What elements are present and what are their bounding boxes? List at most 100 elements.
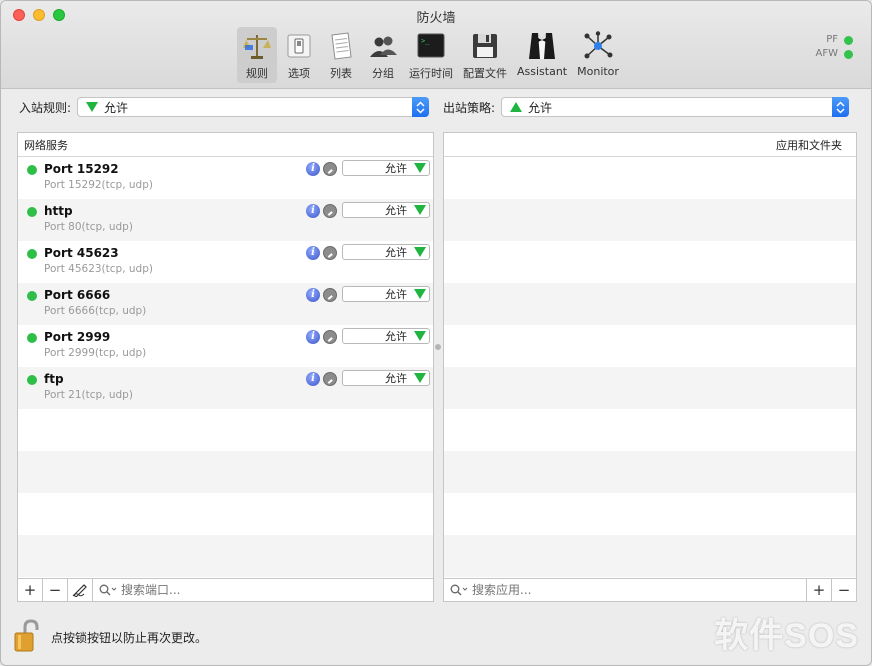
service-active-dot	[27, 165, 37, 175]
gauge-icon[interactable]	[323, 246, 337, 260]
tuxedo-icon	[526, 30, 558, 62]
gauge-icon[interactable]	[323, 330, 337, 344]
split-view-divider[interactable]	[435, 344, 441, 350]
service-action-select[interactable]: 允许	[342, 328, 430, 344]
toolbar-rules[interactable]: 规则	[237, 27, 277, 83]
toolbar-runtime[interactable]: >_ 运行时间	[405, 27, 457, 83]
outbound-policy-stepper[interactable]	[832, 97, 850, 117]
allow-arrow-icon	[414, 247, 426, 257]
switch-icon	[283, 30, 315, 62]
service-action-select[interactable]: 允许	[342, 244, 430, 260]
lock-hint-text: 点按锁按钮以防止再次更改。	[51, 631, 208, 645]
pf-status-dot	[844, 35, 853, 45]
service-detail: Port 21(tcp, udp)	[44, 389, 133, 401]
service-active-dot	[27, 333, 37, 343]
service-search-input[interactable]	[121, 583, 321, 597]
lock-area: 点按锁按钮以防止再次更改。	[11, 619, 207, 656]
remove-app-button[interactable]: −	[831, 579, 856, 601]
outbound-policy: 出站策略: 允许	[443, 97, 850, 117]
inbound-policy-value: 允许	[104, 100, 129, 115]
toolbar-monitor-label: Monitor	[577, 65, 619, 78]
info-icon[interactable]: i	[306, 162, 320, 176]
service-search[interactable]	[93, 579, 433, 601]
apps-list[interactable]	[444, 157, 856, 579]
minus-icon: −	[48, 581, 62, 599]
toolbar-list-label: 列表	[330, 67, 352, 80]
toolbar-groups[interactable]: 分组	[363, 27, 403, 83]
service-action-value: 允许	[385, 162, 407, 175]
edit-service-button[interactable]	[68, 579, 93, 601]
service-active-dot	[27, 207, 37, 217]
info-icon[interactable]: i	[306, 372, 320, 386]
list-item[interactable]: http Port 80(tcp, udp) i 允许	[18, 199, 433, 241]
toolbar-profiles-label: 配置文件	[463, 67, 507, 80]
minus-icon: −	[837, 581, 851, 599]
service-detail: Port 15292(tcp, udp)	[44, 179, 153, 191]
inbound-policy-select[interactable]: 允许	[77, 97, 430, 117]
network-services-header[interactable]: 网络服务	[18, 133, 433, 157]
info-icon[interactable]: i	[306, 204, 320, 218]
list-item[interactable]: Port 2999 Port 2999(tcp, udp) i 允许	[18, 325, 433, 367]
service-detail: Port 6666(tcp, udp)	[44, 305, 147, 317]
search-icon	[450, 584, 468, 596]
outbound-policy-value: 允许	[528, 100, 553, 115]
inbound-policy-stepper[interactable]	[412, 97, 430, 117]
info-icon[interactable]: i	[306, 288, 320, 302]
services-list[interactable]: Port 15292 Port 15292(tcp, udp) i 允许 htt…	[18, 157, 433, 579]
info-icon[interactable]: i	[306, 330, 320, 344]
app-search[interactable]	[444, 579, 806, 601]
app-search-input[interactable]	[472, 583, 672, 597]
service-detail: Port 45623(tcp, udp)	[44, 263, 153, 275]
toolbar-profiles[interactable]: 配置文件	[459, 27, 511, 83]
add-app-button[interactable]: +	[806, 579, 831, 601]
service-action-value: 允许	[385, 288, 407, 301]
services-bottom-bar: + −	[18, 578, 433, 601]
gauge-icon[interactable]	[323, 372, 337, 386]
toolbar-assistant[interactable]: Assistant	[513, 27, 571, 83]
gauge-icon[interactable]	[323, 204, 337, 218]
toolbar-rules-label: 规则	[246, 67, 268, 80]
pf-status-label: PF	[826, 34, 838, 45]
service-action-select[interactable]: 允许	[342, 202, 430, 218]
pen-signature-icon	[72, 584, 87, 597]
list-item[interactable]: Port 45623 Port 45623(tcp, udp) i 允许	[18, 241, 433, 283]
firewall-window: 防火墙 规则 选项 列表 分组 >_ 运行时间 配置文件 Assistant M…	[0, 0, 872, 666]
list-item[interactable]: Port 6666 Port 6666(tcp, udp) i 允许	[18, 283, 433, 325]
toolbar-assistant-label: Assistant	[517, 65, 568, 78]
afw-status-dot	[844, 49, 853, 59]
toolbar-monitor[interactable]: Monitor	[573, 27, 623, 83]
allow-arrow-icon	[86, 102, 99, 112]
toolbar-list[interactable]: 列表	[321, 27, 361, 83]
toolbar: 规则 选项 列表 分组 >_ 运行时间 配置文件 Assistant Monit…	[237, 27, 625, 83]
toolbar-options[interactable]: 选项	[279, 27, 319, 83]
allow-arrow-icon	[414, 289, 426, 299]
service-action-value: 允许	[385, 330, 407, 343]
apps-folders-panel: 应用和文件夹 + −	[443, 132, 857, 602]
service-action-select[interactable]: 允许	[342, 370, 430, 386]
allow-arrow-icon	[414, 163, 426, 173]
group-users-icon	[367, 30, 399, 62]
service-name: Port 2999	[44, 330, 111, 344]
title-bar: 防火墙 规则 选项 列表 分组 >_ 运行时间 配置文件 Assistant M…	[1, 1, 871, 89]
toolbar-groups-label: 分组	[372, 67, 394, 80]
lock-button[interactable]	[11, 619, 43, 656]
window-title: 防火墙	[416, 11, 456, 26]
outbound-policy-label: 出站策略:	[443, 100, 496, 115]
service-action-select[interactable]: 允许	[342, 160, 430, 176]
list-item[interactable]: ftp Port 21(tcp, udp) i 允许	[18, 367, 433, 409]
gauge-icon[interactable]	[323, 162, 337, 176]
remove-service-button[interactable]: −	[43, 579, 68, 601]
allow-arrow-icon	[414, 205, 426, 215]
apps-folders-header[interactable]: 应用和文件夹	[444, 133, 856, 157]
add-service-button[interactable]: +	[18, 579, 43, 601]
plus-icon: +	[812, 581, 826, 599]
gauge-icon[interactable]	[323, 288, 337, 302]
allow-arrow-icon	[414, 331, 426, 341]
service-name: Port 15292	[44, 162, 119, 176]
inbound-policy: 入站规则: 允许	[19, 97, 430, 117]
outbound-policy-select[interactable]: 允许	[501, 97, 850, 117]
list-item[interactable]: Port 15292 Port 15292(tcp, udp) i 允许	[18, 157, 433, 199]
service-action-select[interactable]: 允许	[342, 286, 430, 302]
apps-bottom-bar: + −	[444, 578, 856, 601]
info-icon[interactable]: i	[306, 246, 320, 260]
